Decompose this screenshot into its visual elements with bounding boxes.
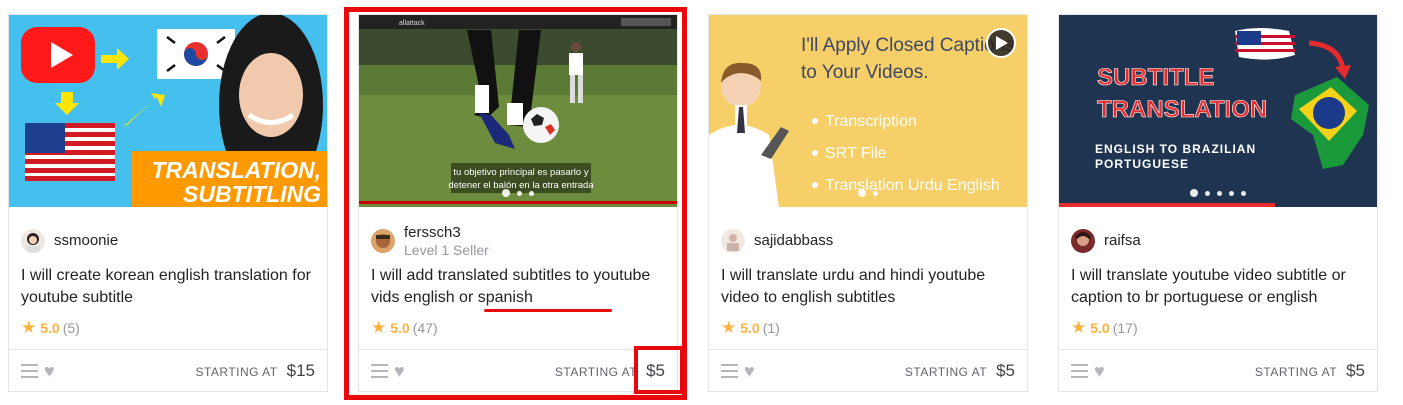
avatar[interactable] (1071, 229, 1095, 253)
svg-text:TRANSLATION: TRANSLATION (1097, 96, 1267, 123)
heart-icon[interactable]: ♥ (744, 362, 755, 380)
card-footer: ♥ STARTING AT $5 (709, 349, 1027, 391)
review-count: (5) (62, 320, 80, 336)
svg-text:SUBTITLE: SUBTITLE (1097, 64, 1214, 91)
gig-title[interactable]: I will translate youtube video subtitle … (1071, 265, 1369, 309)
starting-at-label: STARTING AT (1254, 365, 1338, 379)
star-icon: ★ (21, 318, 37, 337)
rating: ★ 5.0 (17) (1071, 318, 1138, 337)
seller-info: raifsa (1071, 221, 1141, 261)
menu-icon[interactable] (1071, 363, 1088, 378)
card-footer: ♥ STARTING AT $5 (1059, 349, 1377, 391)
avatar[interactable] (721, 229, 745, 253)
menu-icon[interactable] (21, 363, 38, 378)
gig-thumbnail[interactable]: I'll Apply Closed Captions to Your Video… (709, 15, 1027, 207)
menu-icon[interactable] (721, 363, 738, 378)
svg-text:Transcription: Transcription (825, 113, 917, 130)
svg-text:to Your Videos.: to Your Videos. (801, 62, 928, 83)
gig-card-raifsa[interactable]: SUBTITLE TRANSLATION ENGLISH TO BRAZILIA… (1058, 14, 1378, 392)
gig-thumbnail[interactable]: TRANSLATION, SUBTITLING (9, 15, 327, 207)
rating-score: 5.0 (40, 320, 60, 336)
svg-text:I'll Apply Closed Captions: I'll Apply Closed Captions (801, 35, 1015, 56)
seller-info: sajidabbass (721, 221, 833, 261)
seller-info: ssmoonie (21, 221, 118, 261)
gig-title[interactable]: I will translate urdu and hindi youtube … (721, 265, 1019, 309)
seller-name[interactable]: sajidabbass (754, 232, 833, 250)
svg-text:SUBTITLING: SUBTITLING (183, 181, 321, 207)
price[interactable]: $5 (996, 361, 1015, 381)
rating: ★ 5.0 (1) (721, 318, 780, 337)
card-footer: ♥ STARTING AT $15 (9, 349, 327, 391)
gig-card-ssmoonie[interactable]: TRANSLATION, SUBTITLING ssmoonie I will … (8, 14, 328, 392)
svg-text:SRT File: SRT File (825, 145, 887, 162)
highlight-underline (484, 309, 612, 312)
star-icon: ★ (1071, 318, 1087, 337)
seller-name[interactable]: raifsa (1104, 232, 1141, 250)
rating: ★ 5.0 (5) (21, 318, 80, 337)
price[interactable]: $15 (287, 361, 315, 381)
starting-at-label: STARTING AT (195, 365, 278, 379)
highlight-price-box (634, 346, 684, 394)
carousel-dots[interactable] (1059, 189, 1377, 197)
svg-text:TRANSLATION,: TRANSLATION, (151, 157, 321, 183)
star-icon: ★ (721, 318, 737, 337)
heart-icon[interactable]: ♥ (44, 362, 55, 380)
gig-title[interactable]: I will create korean english translation… (21, 265, 319, 309)
review-count: (17) (1112, 320, 1138, 336)
highlight-card-box (344, 7, 687, 400)
avatar[interactable] (21, 229, 45, 253)
carousel-dots[interactable] (709, 189, 1027, 197)
gig-card-sajidabbass[interactable]: I'll Apply Closed Captions to Your Video… (708, 14, 1028, 392)
rating-score: 5.0 (740, 320, 760, 336)
price[interactable]: $5 (1346, 361, 1365, 381)
review-count: (1) (762, 320, 780, 336)
seller-name[interactable]: ssmoonie (54, 232, 118, 250)
svg-text:PORTUGUESE: PORTUGUESE (1095, 157, 1189, 171)
rating-score: 5.0 (1090, 320, 1110, 336)
starting-at-label: STARTING AT (904, 365, 988, 379)
svg-text:ENGLISH TO BRAZILIAN: ENGLISH TO BRAZILIAN (1095, 142, 1256, 156)
heart-icon[interactable]: ♥ (1094, 362, 1105, 380)
gig-thumbnail[interactable]: SUBTITLE TRANSLATION ENGLISH TO BRAZILIA… (1059, 15, 1377, 207)
